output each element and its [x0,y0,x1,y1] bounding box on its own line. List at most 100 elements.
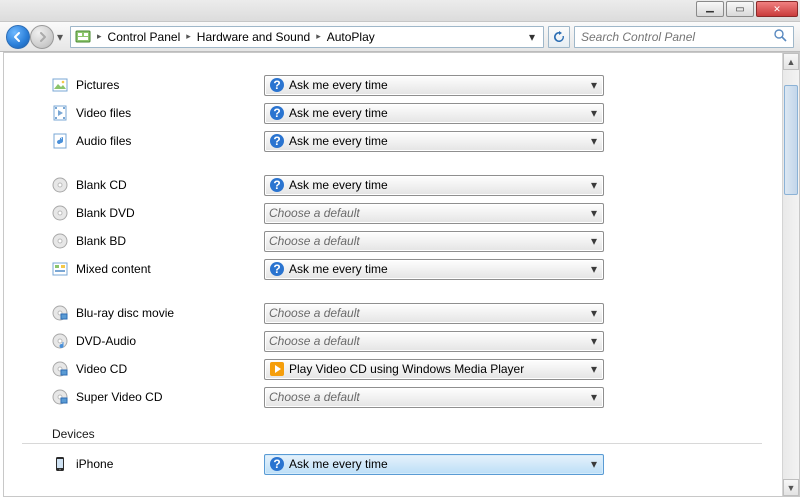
dropdown-value: Ask me every time [289,178,585,192]
chevron-down-icon: ▾ [585,260,603,279]
window-minimize-button[interactable] [696,1,724,17]
dropdown-dvd-audio[interactable]: Choose a default ▾ [264,331,604,352]
dropdown-value: Ask me every time [289,106,585,120]
autoplay-settings-panel: Pictures ? Ask me every time ▾ Video fil… [4,53,782,496]
section-header-devices: Devices [22,421,762,444]
vertical-scrollbar[interactable]: ▲ ▼ [782,53,799,496]
label-blank-cd: Blank CD [76,178,127,192]
dropdown-video-cd[interactable]: Play Video CD using Windows Media Player… [264,359,604,380]
disc-video-icon [52,361,68,377]
help-icon: ? [269,77,285,93]
chevron-down-icon: ▾ [585,104,603,123]
dropdown-value: Ask me every time [289,262,585,276]
scroll-down-button[interactable]: ▼ [783,479,799,496]
dropdown-blank-cd[interactable]: ? Ask me every time ▾ [264,175,604,196]
label-bluray-movie: Blu-ray disc movie [76,306,174,320]
disc-video-icon [52,305,68,321]
row-mixed-content: Mixed content ? Ask me every time ▾ [52,255,762,283]
chevron-right-icon: ▸ [184,31,193,42]
chevron-right-icon: ▸ [314,31,323,42]
search-box[interactable] [574,26,794,48]
search-input[interactable] [581,30,774,44]
content-frame: Pictures ? Ask me every time ▾ Video fil… [3,52,800,497]
label-audio-files: Audio files [76,134,131,148]
svg-text:?: ? [273,78,280,92]
breadcrumb-autoplay[interactable]: AutoPlay [327,30,375,44]
chevron-down-icon: ▾ [585,232,603,251]
dropdown-value: Choose a default [269,206,585,220]
audio-file-icon [52,133,68,149]
chevron-down-icon: ▾ [585,304,603,323]
row-blank-dvd: Blank DVD Choose a default ▾ [52,199,762,227]
svg-text:?: ? [273,178,280,192]
scrollbar-thumb[interactable] [784,85,798,195]
dropdown-bluray-movie[interactable]: Choose a default ▾ [264,303,604,324]
help-icon: ? [269,105,285,121]
label-video-files: Video files [76,106,131,120]
dropdown-video-files[interactable]: ? Ask me every time ▾ [264,103,604,124]
label-blank-dvd: Blank DVD [76,206,135,220]
video-file-icon [52,105,68,121]
row-bluray-movie: Blu-ray disc movie Choose a default ▾ [52,299,762,327]
window-close-button[interactable] [756,1,798,17]
row-audio-files: Audio files ? Ask me every time ▾ [52,127,762,155]
chevron-down-icon: ▾ [585,76,603,95]
chevron-down-icon: ▾ [585,332,603,351]
svg-text:?: ? [273,106,280,120]
label-mixed-content: Mixed content [76,262,151,276]
forward-button[interactable] [30,25,54,49]
phone-icon [52,456,68,472]
scroll-up-button[interactable]: ▲ [783,53,799,70]
row-dvd-audio: DVD-Audio Choose a default ▾ [52,327,762,355]
control-panel-icon [75,29,91,45]
wmp-icon [269,361,285,377]
dropdown-value: Choose a default [269,306,585,320]
chevron-down-icon: ▾ [585,132,603,151]
chevron-down-icon: ▾ [585,176,603,195]
mixed-content-icon [52,261,68,277]
search-icon [774,29,787,45]
dropdown-value: Choose a default [269,390,585,404]
help-icon: ? [269,177,285,193]
row-blank-bd: Blank BD Choose a default ▾ [52,227,762,255]
dropdown-value: Play Video CD using Windows Media Player [289,362,585,376]
label-iphone: iPhone [76,457,113,471]
refresh-button[interactable] [548,26,570,48]
dropdown-mixed-content[interactable]: ? Ask me every time ▾ [264,259,604,280]
row-super-video-cd: Super Video CD Choose a default ▾ [52,383,762,411]
help-icon: ? [269,261,285,277]
dropdown-blank-bd[interactable]: Choose a default ▾ [264,231,604,252]
label-pictures: Pictures [76,78,119,92]
chevron-down-icon: ▾ [585,360,603,379]
dropdown-iphone[interactable]: ? Ask me every time ▾ [264,454,604,475]
dropdown-pictures[interactable]: ? Ask me every time ▾ [264,75,604,96]
address-dropdown[interactable]: ▾ [525,30,539,44]
dropdown-value: Ask me every time [289,134,585,148]
disc-video-icon [52,389,68,405]
navigation-bar: ▾ ▸ Control Panel ▸ Hardware and Sound ▸… [0,22,800,52]
breadcrumb-hardware-sound[interactable]: Hardware and Sound [197,30,310,44]
dropdown-value: Ask me every time [289,78,585,92]
row-blank-cd: Blank CD ? Ask me every time ▾ [52,171,762,199]
label-dvd-audio: DVD-Audio [76,334,136,348]
breadcrumb-root[interactable]: Control Panel [108,30,181,44]
label-video-cd: Video CD [76,362,127,376]
back-button[interactable] [6,25,30,49]
pictures-icon [52,77,68,93]
dropdown-audio-files[interactable]: ? Ask me every time ▾ [264,131,604,152]
window-maximize-button[interactable] [726,1,754,17]
chevron-down-icon: ▾ [585,388,603,407]
row-video-cd: Video CD Play Video CD using Windows Med… [52,355,762,383]
nav-history-dropdown[interactable]: ▾ [54,25,66,49]
disc-icon [52,177,68,193]
label-blank-bd: Blank BD [76,234,126,248]
chevron-down-icon: ▾ [585,455,603,474]
address-bar[interactable]: ▸ Control Panel ▸ Hardware and Sound ▸ A… [70,26,544,48]
dropdown-value: Choose a default [269,234,585,248]
row-iphone: iPhone ? Ask me every time ▾ [52,450,762,478]
help-icon: ? [269,133,285,149]
svg-text:?: ? [273,134,280,148]
dropdown-super-video-cd[interactable]: Choose a default ▾ [264,387,604,408]
window-titlebar [0,0,800,22]
dropdown-blank-dvd[interactable]: Choose a default ▾ [264,203,604,224]
